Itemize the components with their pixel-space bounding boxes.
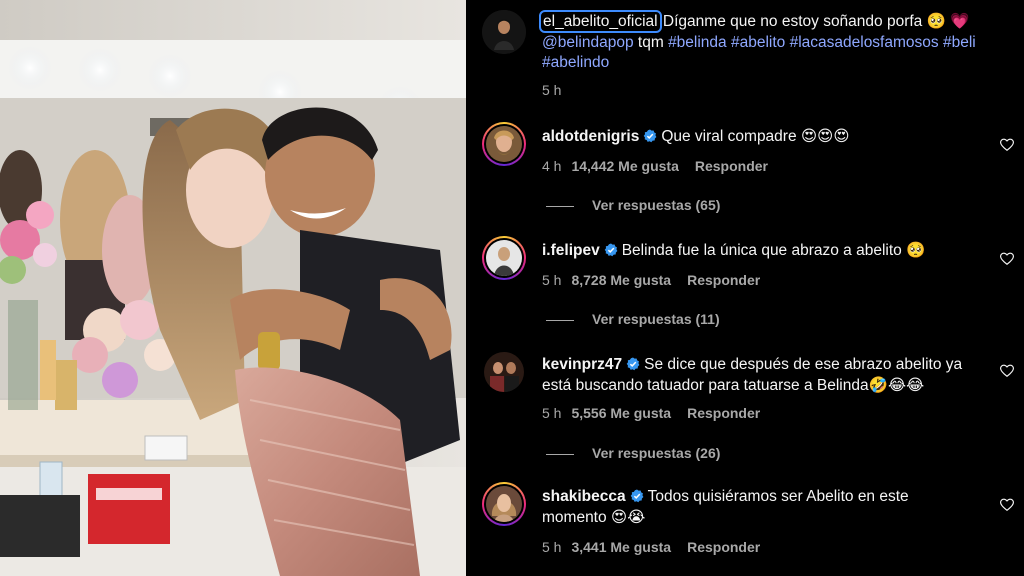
author-avatar-image (482, 10, 526, 54)
commenter-avatar[interactable] (482, 482, 526, 526)
heart-outline-icon[interactable] (1000, 498, 1014, 512)
view-replies-label: Ver respuestas (11) (592, 311, 720, 327)
comment-body: Que viral compadre 😍😍😍 (661, 128, 850, 145)
caption-plain: tqm (637, 33, 664, 51)
comment-username[interactable]: kevinprz47 (542, 356, 622, 373)
comment-meta: 5 h 5,556 Me gusta Responder (542, 405, 760, 421)
comment-time: 5 h (542, 405, 562, 421)
comment-likes[interactable]: 5,556 Me gusta (571, 405, 671, 421)
comment-username[interactable]: aldotdenigris (542, 128, 639, 145)
caption-mention[interactable]: @belindapop (542, 34, 634, 51)
commenter-avatar[interactable] (482, 236, 526, 280)
verified-badge-icon (604, 243, 618, 257)
reply-button[interactable]: Responder (687, 539, 760, 555)
commenter-avatar[interactable] (482, 350, 526, 394)
heart-outline-icon[interactable] (1000, 252, 1014, 266)
author-avatar[interactable] (482, 10, 526, 54)
comment-likes[interactable]: 8,728 Me gusta (571, 272, 671, 288)
commenter-avatar[interactable] (482, 122, 526, 166)
verified-badge-icon (644, 129, 657, 143)
avatar-image (484, 352, 524, 392)
replies-divider (546, 453, 574, 455)
reply-button[interactable]: Responder (695, 158, 768, 174)
author-username[interactable]: el_abelito_oficial (539, 10, 662, 33)
caption-text: Díganme que no estoy soñando porfa 🥺 💗 (662, 13, 970, 30)
comment-time: 4 h (542, 158, 562, 174)
view-replies-label: Ver respuestas (26) (592, 445, 721, 461)
comment-likes[interactable]: 3,441 Me gusta (571, 539, 671, 555)
heart-outline-icon[interactable] (1000, 138, 1014, 152)
comment-meta: 4 h 14,442 Me gusta Responder (542, 158, 768, 174)
replies-divider (546, 319, 574, 321)
avatar-image (486, 486, 522, 522)
post-time: 5 h (542, 82, 562, 98)
view-replies-button[interactable]: Ver respuestas (65) (546, 197, 720, 213)
reply-button[interactable]: Responder (687, 405, 760, 421)
comment-likes[interactable]: 14,442 Me gusta (571, 158, 678, 174)
comment-text-block: shakibecca Todos quisiéramos ser Abelito … (542, 487, 972, 528)
avatar-image (486, 126, 522, 162)
verified-badge-icon (626, 357, 640, 371)
view-replies-label: Ver respuestas (65) (592, 197, 721, 213)
comment-text-block: kevinprz47 Se dice que después de ese abr… (542, 355, 972, 396)
comment-text-block: aldotdenigris Que viral compadre 😍😍😍 (542, 127, 972, 148)
reply-button[interactable]: Responder (687, 272, 760, 288)
comment-body: Belinda fue la única que abrazo a abelit… (621, 242, 926, 259)
avatar-image (486, 240, 522, 276)
comment-username[interactable]: i.felipev (542, 242, 600, 259)
comment-time: 5 h (542, 272, 562, 288)
caption-text-block: el_abelito_oficial Díganme que no estoy … (539, 10, 982, 74)
post-photo (0, 0, 466, 576)
view-replies-button[interactable]: Ver respuestas (11) (546, 311, 720, 327)
post-photo-illustration (0, 0, 466, 576)
comments-panel: el_abelito_oficial Díganme que no estoy … (466, 0, 1024, 576)
view-replies-button[interactable]: Ver respuestas (26) (546, 445, 720, 461)
comment-text-block: i.felipev Belinda fue la única que abrazo… (542, 241, 972, 262)
caption-hashtags-1[interactable]: #belinda #abelito #lacasadelosfamosos (668, 34, 939, 51)
verified-badge-icon (630, 489, 643, 503)
comment-username[interactable]: shakibecca (542, 488, 626, 505)
comment-meta: 5 h 8,728 Me gusta Responder (542, 272, 760, 288)
heart-outline-icon[interactable] (1000, 364, 1014, 378)
comment-meta: 5 h 3,441 Me gusta Responder (542, 539, 760, 555)
comment-time: 5 h (542, 539, 562, 555)
replies-divider (546, 205, 574, 207)
